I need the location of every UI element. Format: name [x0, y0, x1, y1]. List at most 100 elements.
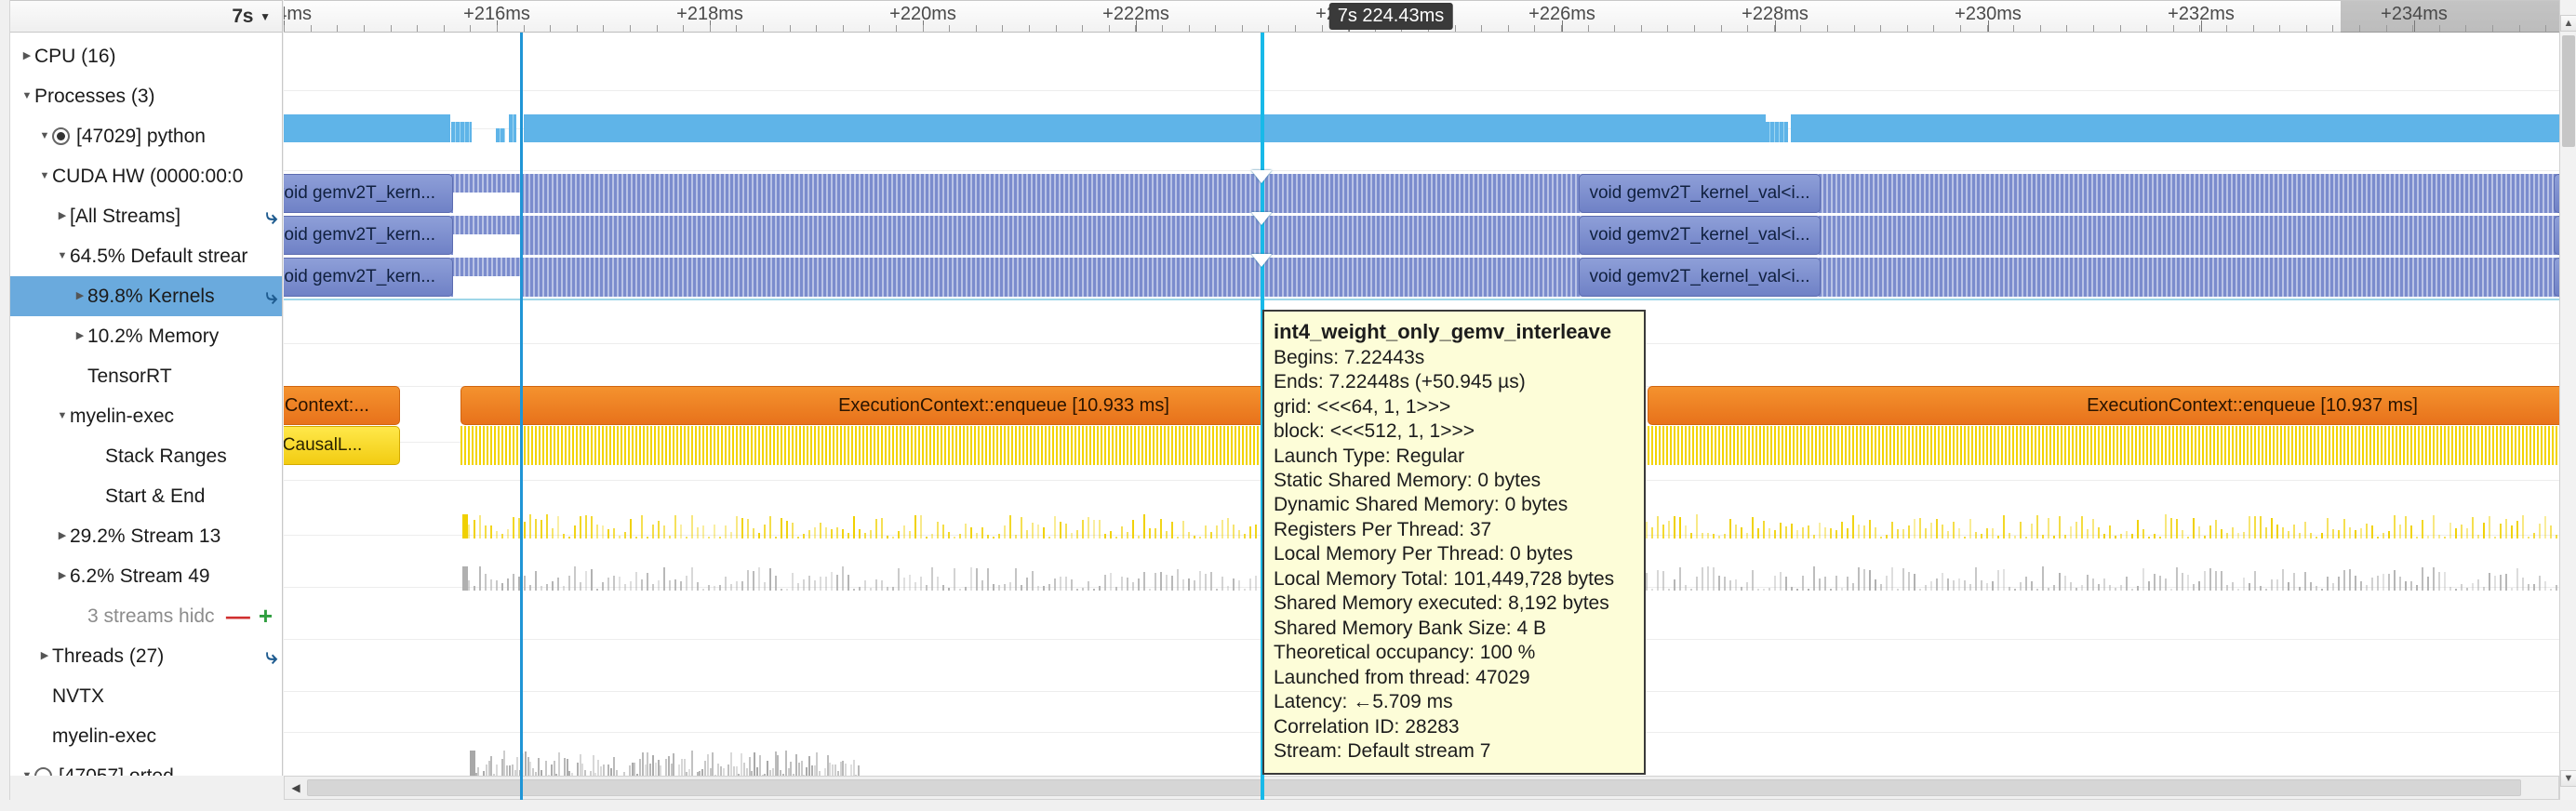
all-streams-block[interactable] — [1345, 114, 1766, 142]
all-streams-block[interactable] — [284, 114, 450, 142]
cursor-line-left[interactable] — [520, 33, 523, 800]
vertical-scrollbar[interactable]: ▲ ▼ — [2559, 0, 2576, 800]
kernel-bar-mid-3[interactable]: void gemv2T_kernel_val<i... — [1579, 258, 1821, 297]
sparkline-bar — [1188, 578, 1190, 591]
tree-item-89-8-kernels[interactable]: 89.8% Kernels ⤷ — [10, 276, 282, 316]
enqueue-bar-right[interactable]: ExecutionContext::enqueue [10.937 ms] — [1648, 386, 2559, 425]
chevron-down-icon[interactable] — [55, 251, 70, 261]
ruler-minor-tick — [1880, 25, 1881, 32]
sparkline-bar — [1718, 576, 1720, 591]
sparkline-bar — [712, 752, 714, 778]
chevron-right-icon[interactable] — [37, 651, 52, 661]
sparkline-bar — [2092, 578, 2094, 591]
chevron-down-icon[interactable]: ▼ — [260, 11, 271, 22]
tree-item-29-2-stream-13[interactable]: 29.2% Stream 13 — [10, 516, 282, 556]
process-radio-icon[interactable] — [52, 127, 70, 145]
ruler-minor-tick — [524, 25, 525, 32]
sparkline-bar — [1065, 577, 1067, 591]
sparkline-bar — [736, 516, 738, 538]
sparkline-bar — [2466, 528, 2468, 538]
chevron-right-icon[interactable] — [73, 331, 87, 341]
kernel-bar-left-3[interactable]: void gemv2T_kern... — [284, 258, 453, 297]
all-streams-sparse[interactable] — [451, 122, 472, 142]
all-streams-sparse[interactable] — [1766, 122, 1788, 142]
tree-item-tensorrt[interactable]: TensorRT — [10, 356, 282, 396]
kernel-bar-mid-2[interactable]: void gemv2T_kernel_val<i... — [1579, 216, 1821, 255]
kernel-dense-row-a[interactable] — [284, 174, 2559, 213]
horizontal-scroll-thumb[interactable] — [307, 779, 2521, 796]
tree-item-47029-python[interactable]: [47029] python — [10, 116, 282, 156]
sparkline-bar — [2265, 527, 2267, 538]
sparkline-bar — [2500, 524, 2502, 538]
all-streams-block[interactable] — [524, 114, 1342, 142]
all-streams-sparse[interactable] — [509, 114, 516, 142]
sparkline-bar — [1210, 532, 1212, 538]
horizontal-scrollbar[interactable]: ◀ — [284, 776, 2559, 800]
sparkline-bar — [758, 567, 760, 591]
chevron-down-icon[interactable] — [37, 171, 52, 181]
qwen-bar-left[interactable]: QwenForCausalL... — [284, 426, 400, 465]
tree-item-6-2-stream-49[interactable]: 6.2% Stream 49 — [10, 556, 282, 596]
scroll-up-arrow-icon[interactable]: ▲ — [2560, 15, 2576, 32]
tooltip-line: Begins: 7.22443s — [1274, 346, 1425, 368]
jump-down-icon[interactable]: ⤷ — [261, 645, 282, 667]
tree-item-nvtx[interactable]: NVTX — [10, 676, 282, 716]
ruler-minor-tick — [497, 25, 498, 32]
nvtx-sparkline[interactable] — [470, 741, 861, 778]
scroll-left-arrow-icon[interactable]: ◀ — [286, 778, 306, 798]
kernel-bar-left-2[interactable]: void gemv2T_kern... — [284, 216, 453, 255]
plus-icon[interactable]: + — [259, 604, 273, 628]
tree-item-3-streams-hidc[interactable]: 3 streams hidc — + — [10, 596, 282, 636]
sparkline-bar — [825, 527, 827, 538]
sparkline-bar — [2260, 516, 2262, 538]
sparkline-bar — [719, 585, 721, 591]
kernel-bar-left-1[interactable]: void gemv2T_kern... — [284, 174, 453, 213]
ruler-minor-tick — [1162, 25, 1163, 32]
scroll-down-arrow-icon[interactable]: ▼ — [2560, 770, 2576, 787]
sparkline-bar — [753, 528, 754, 538]
chevron-right-icon[interactable] — [55, 571, 70, 581]
kernel-gap — [453, 276, 520, 297]
timeline-rows[interactable]: void gemv2T_kern... void gemv2T_kernel_v… — [284, 33, 2559, 800]
kernel-bar-mid-1[interactable]: void gemv2T_kernel_val<i... — [1579, 174, 1821, 213]
sparkline-bar — [2221, 529, 2222, 538]
chevron-right-icon[interactable] — [20, 51, 34, 61]
enqueue-bar-left[interactable]: ExecutionContext:... — [284, 386, 400, 425]
tree-item-myelin-exec[interactable]: myelin-exec — [10, 396, 282, 436]
chevron-down-icon[interactable] — [55, 411, 70, 421]
tree-item-cuda-hw-0000-00-0[interactable]: CUDA HW (0000:00:0 — [10, 156, 282, 196]
tree-item-processes-3[interactable]: Processes (3) — [10, 76, 282, 116]
tree-item-label: myelin-exec — [70, 405, 175, 427]
jump-down-icon[interactable]: ⤷ — [261, 286, 282, 307]
sparkline-bar — [1646, 573, 1648, 591]
tree-item-threads-27[interactable]: Threads (27) ⤷ — [10, 636, 282, 676]
tree-item-myelin-exec[interactable]: myelin-exec — [10, 716, 282, 756]
sparkline-bar — [1199, 537, 1201, 538]
chevron-down-icon[interactable] — [37, 131, 52, 141]
tree-item-64-5-default-strear[interactable]: 64.5% Default strear — [10, 236, 282, 276]
time-ruler[interactable]: 7s 224.43ms 214ms+216ms+218ms+220ms+222m… — [284, 1, 2559, 33]
tree-item-start-end[interactable]: Start & End — [10, 476, 282, 516]
kernel-dense-row-c[interactable] — [284, 258, 2559, 297]
ruler-minor-tick — [2199, 25, 2200, 32]
tree-item-all-streams[interactable]: [All Streams] ⤷ — [10, 196, 282, 236]
chevron-right-icon[interactable] — [73, 291, 87, 301]
sparkline-bar — [1768, 528, 1770, 538]
chevron-right-icon[interactable] — [55, 531, 70, 541]
sparkline-bar — [479, 566, 481, 591]
sparkline-bar — [2455, 589, 2457, 591]
chevron-down-icon[interactable] — [20, 91, 34, 101]
sparkline-bar — [914, 515, 916, 538]
sparkline-bar — [1015, 535, 1017, 538]
minus-icon[interactable]: — — [226, 604, 250, 627]
jump-down-icon[interactable]: ⤷ — [261, 206, 282, 227]
chevron-right-icon[interactable] — [55, 211, 70, 221]
tree-item-10-2-memory[interactable]: 10.2% Memory — [10, 316, 282, 356]
all-streams-block[interactable] — [1791, 114, 2559, 142]
tree-item-stack-ranges[interactable]: Stack Ranges — [10, 436, 282, 476]
vertical-scroll-thumb[interactable] — [2562, 35, 2575, 147]
all-streams-sparse[interactable] — [496, 128, 505, 142]
tree-item-cpu-16[interactable]: CPU (16) — [10, 36, 282, 76]
ruler-minor-tick — [2412, 25, 2413, 32]
kernel-dense-row-b[interactable] — [284, 216, 2559, 255]
